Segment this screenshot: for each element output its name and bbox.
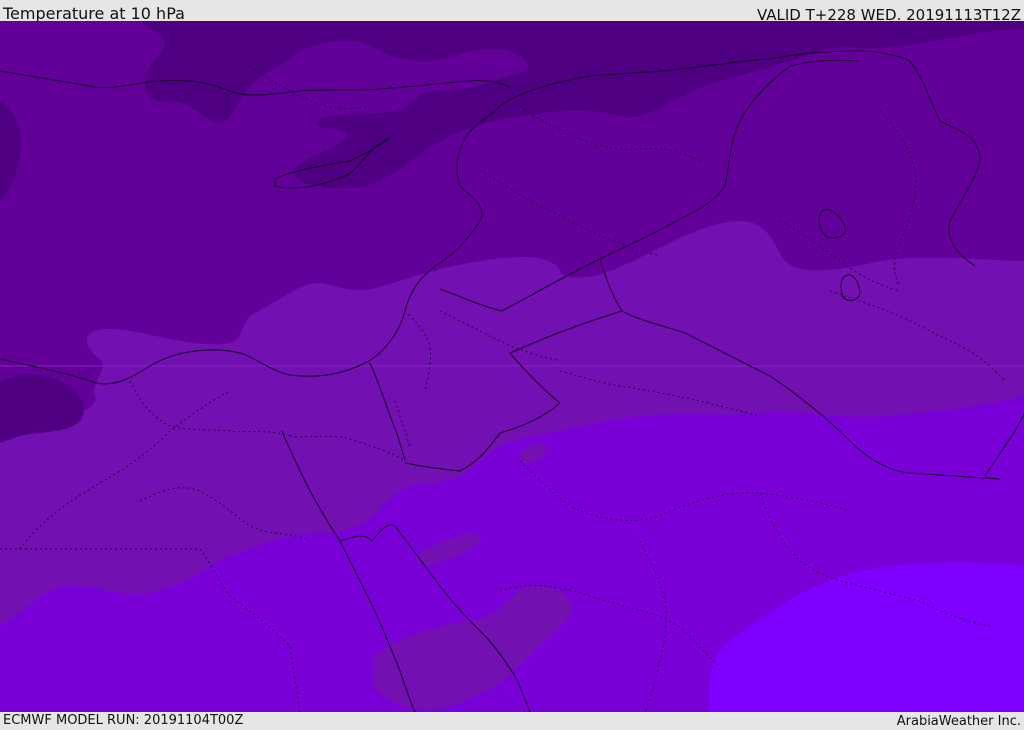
model-run-label: ECMWF MODEL RUN: 20191104T00Z <box>3 713 244 728</box>
temperature-map <box>0 21 1024 712</box>
footer-bar: ECMWF MODEL RUN: 20191104T00Z ArabiaWeat… <box>0 712 1024 729</box>
header-bar: Temperature at 10 hPa VALID T+228 WED. 2… <box>0 0 1024 24</box>
credit-label: ArabiaWeather Inc. <box>896 714 1021 729</box>
